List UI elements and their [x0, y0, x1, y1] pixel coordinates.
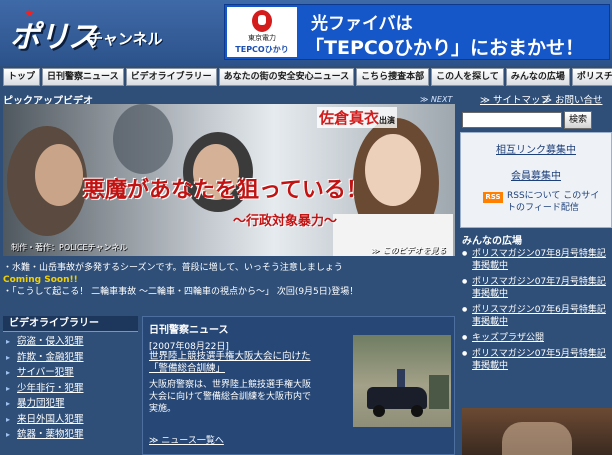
community-item[interactable]: ポリスマガジン07年6月号特集記事掲載中: [462, 304, 610, 328]
daily-news-panel: 日刊警察ニュース [2007年08月22日] 世界陸上競技選手権大阪大会に向けた…: [142, 316, 455, 455]
global-nav: トップ 日刊警察ニュース ビデオライブラリー あなたの街の安全安心ニュース こち…: [0, 68, 612, 88]
nav-community[interactable]: みんなの広場: [505, 68, 570, 86]
community-item[interactable]: ポリスマガジン07年5月号特集記事掲載中: [462, 348, 610, 372]
pickup-next-link[interactable]: ≫ NEXT: [420, 95, 452, 104]
news-ticker: ・水難・山岳事故が多発するシーズンです。普段に増して、いっそう注意しましょう C…: [3, 262, 455, 298]
sidebar-photo[interactable]: [462, 408, 612, 455]
member-recruit-link[interactable]: 会員募集中: [461, 167, 611, 182]
ticker-line-3[interactable]: ・「こうして起こる！ 二輪車事故 ～二輪車・四輪車の視点から～」 次回(9月5日…: [3, 286, 455, 298]
page: ★ ポリス チャンネル 東京電力 TEPCOひかり 光ファイバは 「TEPCOひ…: [0, 0, 612, 455]
video-ghost-face: [113, 104, 173, 174]
photo-wheel: [411, 405, 423, 417]
site-header: ★ ポリス チャンネル 東京電力 TEPCOひかり 光ファイバは 「TEPCOひ…: [0, 0, 612, 66]
video-library-heading: ビデオライブラリー: [3, 316, 138, 332]
link-exchange-link[interactable]: 相互リンク募集中: [461, 141, 611, 156]
news-headline-link[interactable]: 世界陸上競技選手権大阪大会に向けた「警備総合訓練」: [149, 351, 317, 375]
news-body: 大阪府警察は、世界陸上競技選手権大阪大会に向けて警備総合訓練を大阪市内で実施。: [149, 380, 312, 414]
community-item[interactable]: キッズプラザ公開: [462, 332, 610, 344]
video-library-list: 窃盗・侵入犯罪 詐欺・金融犯罪 サイバー犯罪 少年非行・犯罪 暴力団犯罪 来日外…: [3, 334, 138, 443]
watch-video-link[interactable]: ≫ このビデオを見る: [371, 245, 446, 256]
video-cast-name: 佐倉真衣出演: [317, 107, 398, 128]
community-list: ポリスマガジン07年8月号特集記事掲載中 ポリスマガジン07年7月号特集記事掲載…: [462, 248, 610, 376]
daily-news-heading: 日刊警察ニュース: [149, 325, 229, 336]
nav-top[interactable]: トップ: [3, 68, 41, 86]
news-list-link[interactable]: ≫ ニュース一覧へ: [149, 433, 224, 446]
photo-crowd: [429, 375, 449, 409]
sitemap-link[interactable]: ≫ サイトマップ: [480, 92, 550, 106]
library-item-gang[interactable]: 暴力団犯罪: [3, 396, 138, 412]
ad-brand-name: TEPCOひかり: [235, 45, 289, 54]
video-headline: 悪魔があなたを狙っている！: [83, 177, 368, 203]
rss-icon[interactable]: RSS: [483, 192, 503, 203]
nav-video-library[interactable]: ビデオライブラリー: [125, 68, 217, 86]
community-heading: みんなの広場: [462, 236, 522, 247]
photo-officer: [397, 369, 405, 389]
video-man-left-face: [35, 144, 83, 206]
cast-suffix: 出演: [379, 116, 396, 125]
nav-investigation-hq[interactable]: こちら捜査本部: [356, 68, 430, 86]
ad-line-1: 光ファイバは: [311, 14, 413, 34]
library-item-foreign[interactable]: 来日外国人犯罪: [3, 412, 138, 428]
video-woman-face: [365, 134, 421, 206]
tepco-emblem-icon: [252, 10, 272, 32]
library-item-firearms-drugs[interactable]: 銃器・薬物犯罪: [3, 427, 138, 443]
pickup-video-banner[interactable]: 佐倉真衣出演 悪魔があなたを狙っている！ ～行政対象暴力～ 制作・著作：POLI…: [3, 104, 455, 256]
info-panel: 相互リンク募集中 会員募集中 RSS RSSについて このサイトのフィード配信: [460, 132, 612, 228]
community-item[interactable]: ポリスマガジン07年8月号特集記事掲載中: [462, 248, 610, 272]
library-item-cyber[interactable]: サイバー犯罪: [3, 365, 138, 381]
nav-about[interactable]: ポリスチャンネルとは: [571, 68, 612, 86]
ticker-coming-soon: Coming Soon!!: [3, 275, 78, 285]
video-subtitle: ～行政対象暴力～: [233, 214, 338, 229]
cast-name: 佐倉真衣: [319, 109, 380, 127]
logo-main-text: ポリス: [10, 20, 98, 55]
nav-missing-persons[interactable]: この人を探して: [431, 68, 504, 86]
ad-line-2: 「TEPCOひかり」におまかせ！: [305, 37, 584, 59]
ad-company-name: 東京電力: [248, 34, 276, 42]
ticker-line-1[interactable]: ・水難・山岳事故が多発するシーズンです。普段に増して、いっそう注意しましょう: [3, 262, 455, 274]
rss-info-link[interactable]: RSSについて このサイトのフィード配信: [507, 190, 607, 214]
search-input[interactable]: [462, 112, 562, 128]
contact-link[interactable]: ≫ お問い合せ: [542, 92, 602, 106]
search-button[interactable]: 検索: [564, 111, 592, 129]
logo-sub-text: チャンネル: [88, 30, 163, 48]
library-item-fraud[interactable]: 詐欺・金融犯罪: [3, 350, 138, 366]
news-photo[interactable]: [353, 335, 451, 427]
photo-wheel: [373, 405, 385, 417]
ad-company-box: 東京電力 TEPCOひかり: [227, 7, 297, 57]
site-logo[interactable]: ★ ポリス チャンネル: [6, 6, 218, 58]
nav-local-safety-news[interactable]: あなたの街の安全安心ニュース: [218, 68, 355, 86]
tepco-banner-ad[interactable]: 東京電力 TEPCOひかり 光ファイバは 「TEPCOひかり」におまかせ！: [224, 4, 610, 60]
video-credit: 制作・著作：POLICEチャンネル: [11, 243, 128, 252]
nav-daily-news[interactable]: 日刊警察ニュース: [42, 68, 124, 86]
community-item[interactable]: ポリスマガジン07年7月号特集記事掲載中: [462, 276, 610, 300]
library-item-theft[interactable]: 窃盗・侵入犯罪: [3, 334, 138, 350]
library-item-juvenile[interactable]: 少年非行・犯罪: [3, 381, 138, 397]
